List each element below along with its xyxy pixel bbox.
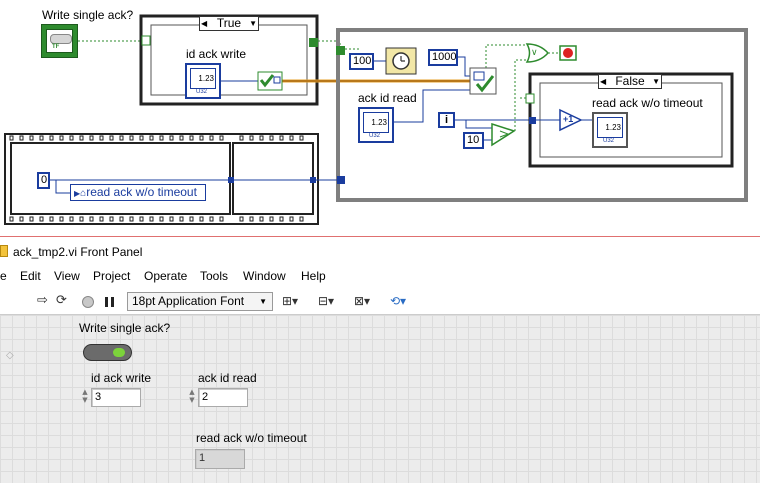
tf-text: TF (52, 44, 60, 50)
numeric-icon-text: 1.23 (363, 112, 389, 133)
menu-bar: e Edit View Project Operate Tools Window… (0, 269, 760, 287)
chevron-down-icon[interactable]: ▼ (652, 75, 660, 88)
pause-icon[interactable] (105, 297, 108, 307)
increment-text: +1 (563, 114, 574, 124)
ack-id-read-increment-icon[interactable]: ▲ ▼ (188, 388, 196, 406)
numeric-icon-text: 1.23 (190, 68, 216, 89)
menu-file[interactable]: e (0, 269, 7, 283)
or-text: ∨ (531, 47, 538, 57)
run-continuously-icon[interactable]: ⟳ (56, 293, 67, 308)
font-select[interactable]: 18pt Application Font ▼ (127, 292, 273, 311)
wait-ms-constant[interactable]: 100 (349, 53, 374, 70)
case-selector-label: False (615, 74, 645, 88)
timeout-constant[interactable]: 1000 (428, 49, 458, 66)
menu-operate[interactable]: Operate (144, 269, 187, 283)
write-single-ack-switch[interactable] (83, 344, 132, 361)
menu-window[interactable]: Window (243, 269, 286, 283)
zero-constant[interactable]: 0 (37, 172, 50, 189)
u32-text: U32 (369, 133, 381, 139)
menu-view[interactable]: View (54, 269, 80, 283)
read-ack-indicator-terminal[interactable]: 1.23 U32 (592, 112, 628, 148)
decrement-arrow-icon[interactable]: ◀ (201, 17, 207, 30)
write-single-ack-diagram-label: Write single ack? (42, 8, 134, 22)
u32-text: U32 (603, 138, 615, 144)
u32-text: U32 (196, 89, 208, 95)
local-variable-read-ack[interactable]: ▶⌂read ack w/o timeout (70, 184, 206, 201)
front-panel-window: ack_tmp2.vi Front Panel e Edit View Proj… (0, 237, 760, 483)
window-title: ack_tmp2.vi Front Panel (13, 245, 143, 259)
menu-tools[interactable]: Tools (200, 269, 228, 283)
distribute-objects-icon[interactable]: ⊟▾ (318, 294, 334, 308)
read-ack-label: read ack w/o timeout (196, 431, 307, 445)
front-panel-canvas: ◇ Write single ack? id ack write ▲ ▼ 3 ac… (0, 315, 760, 483)
case-selector-false[interactable]: ◀ False ▼ (598, 74, 662, 89)
id-ack-write-diagram-label: id ack write (186, 47, 247, 61)
reorder-icon[interactable]: ⟲▾ (390, 294, 406, 308)
id-ack-write-increment-icon[interactable]: ▲ ▼ (81, 388, 89, 406)
ack-id-read-label: ack id read (198, 371, 257, 385)
decrement-arrow-icon[interactable]: ◀ (600, 75, 606, 88)
compare-constant[interactable]: 10 (463, 132, 484, 149)
chevron-down-icon: ▼ (259, 297, 267, 306)
ack-id-read-input[interactable]: 2 (198, 388, 248, 407)
menu-project[interactable]: Project (93, 269, 130, 283)
ack-id-read-terminal[interactable]: 1.23 U32 (358, 107, 394, 143)
chevron-down-icon[interactable]: ▼ (249, 17, 257, 30)
abort-icon[interactable] (82, 296, 94, 308)
id-ack-write-terminal[interactable]: 1.23 U32 (185, 63, 221, 99)
read-ack-diagram-label: read ack w/o timeout (592, 96, 703, 110)
write-single-ack-label: Write single ack? (79, 321, 171, 335)
ack-id-read-diagram-label: ack id read (358, 91, 417, 105)
case-selector-true[interactable]: ◀ True ▼ (199, 16, 259, 31)
iteration-terminal: i (438, 112, 455, 128)
numeric-icon-text: 1.23 (597, 117, 623, 138)
menu-edit[interactable]: Edit (20, 269, 41, 283)
led-indicator (113, 348, 125, 357)
labview-vi-icon (0, 245, 8, 257)
id-ack-write-input[interactable]: 3 (91, 388, 141, 407)
run-arrow-icon[interactable]: ⇨ (37, 293, 48, 308)
toolbar: ⇨ ⟳ 18pt Application Font ▼ ⊞▾ ⊟▾ ⊠▾ ⟲▾ (0, 290, 760, 315)
pause-icon-bar (111, 297, 114, 307)
resize-objects-icon[interactable]: ⊠▾ (354, 294, 370, 308)
id-ack-write-label: id ack write (91, 371, 152, 385)
case-selector-label: True (216, 16, 242, 30)
title-bar: ack_tmp2.vi Front Panel (0, 237, 760, 266)
local-variable-label: read ack w/o timeout (86, 185, 197, 199)
read-ack-indicator: 1 (195, 449, 245, 469)
menu-help[interactable]: Help (301, 269, 326, 283)
splitter-handle-icon[interactable]: ◇ (6, 350, 14, 361)
write-single-ack-terminal[interactable]: TF (41, 24, 78, 58)
font-select-value: 18pt Application Font (132, 294, 245, 308)
align-objects-icon[interactable]: ⊞▾ (282, 294, 298, 308)
